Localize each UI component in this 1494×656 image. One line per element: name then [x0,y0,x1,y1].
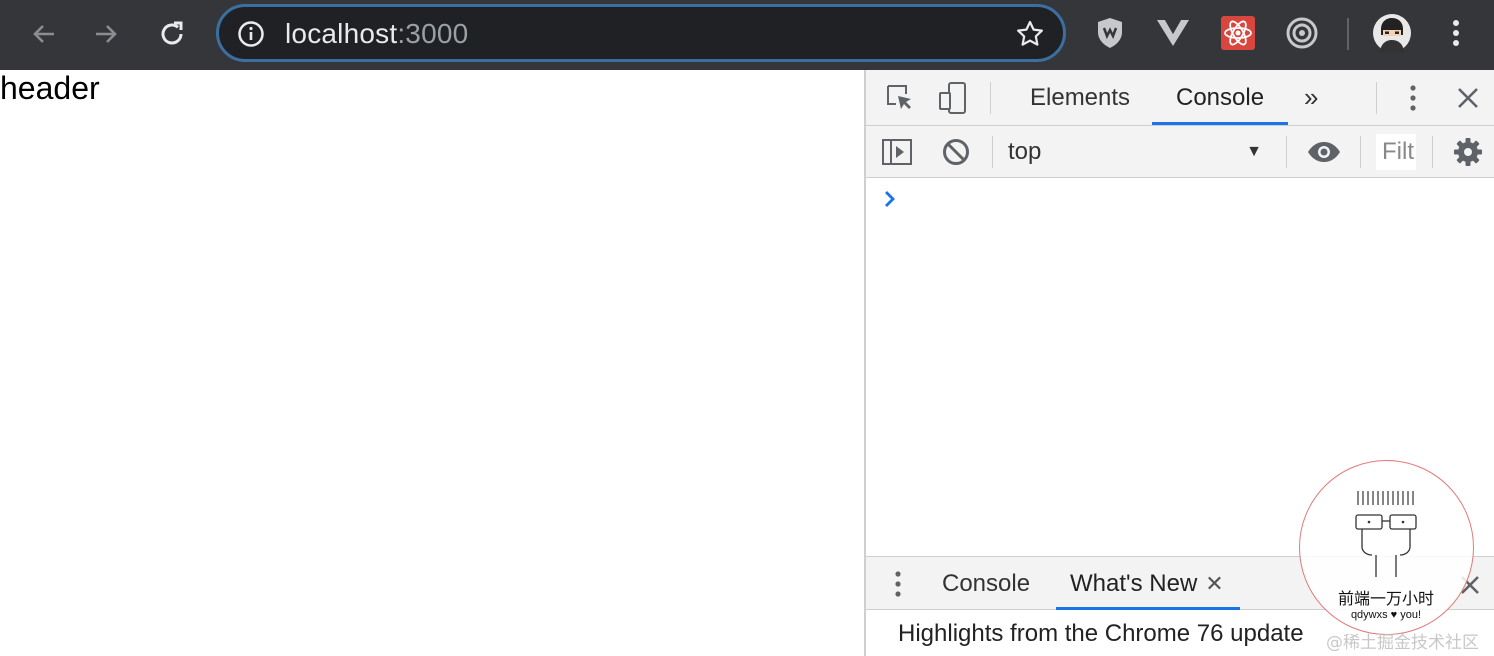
stamp-logo: 前端一万小时 qdywxs ♥ you! [1299,460,1474,635]
inspect-element-icon[interactable] [884,82,916,114]
address-bar[interactable]: localhost:3000 [216,4,1066,62]
page-viewport: header [0,70,864,656]
console-prompt-chevron-icon[interactable] [884,188,896,214]
devtools-tabbar: Elements Console » [866,70,1494,126]
stamp-mascot-icon [1355,491,1417,577]
close-tab-icon[interactable]: ✕ [1205,571,1223,596]
drawer-tab-label: What's New [1070,570,1198,597]
profile-avatar-icon[interactable] [1372,13,1412,53]
stamp-subtitle: qdywxs ♥ you! [1350,609,1422,621]
url-port: :3000 [397,18,469,49]
ublock-shield-icon[interactable] [1092,15,1128,51]
page-header-text: header [0,70,100,106]
watermark-text: @稀土掘金技术社区 [1326,633,1479,653]
react-devtools-icon[interactable] [1220,15,1256,51]
browser-toolbar: localhost:3000 [0,0,1494,70]
console-filter-input[interactable]: Filt [1376,134,1416,170]
console-toolbar: top ▼ Filt [866,126,1494,178]
dropdown-arrow-icon: ▼ [1246,143,1262,160]
more-tabs-button[interactable]: » [1280,70,1342,125]
live-expression-eye-icon[interactable] [1306,138,1342,166]
toolbar-separator [1432,136,1433,168]
drawer-menu-icon[interactable] [890,569,906,599]
drawer-tab-whats-new[interactable]: What's New ✕ [1056,557,1240,610]
star-icon[interactable] [1015,19,1045,49]
stamp-title: 前端一万小时 [1337,589,1434,608]
tab-elements[interactable]: Elements [1006,70,1154,125]
tab-separator [990,82,991,114]
toolbar-separator [992,136,993,168]
context-selector[interactable]: top ▼ [1008,126,1274,178]
info-icon[interactable] [237,20,265,48]
forward-arrow-icon[interactable] [86,14,126,54]
back-arrow-icon[interactable] [24,14,64,54]
device-toolbar-icon[interactable] [936,80,970,116]
tab-console[interactable]: Console [1152,70,1289,125]
whats-new-heading: Highlights from the Chrome 76 update [898,620,1304,647]
reload-icon[interactable] [152,14,192,54]
console-settings-gear-icon[interactable] [1452,136,1484,168]
url-host: localhost [285,18,398,49]
context-value: top [1008,138,1042,165]
toolbar-separator [1347,18,1349,50]
devtools-menu-icon[interactable] [1400,82,1426,114]
toolbar-separator [1286,136,1287,168]
url-text: localhost:3000 [285,18,468,50]
drawer-tab-console[interactable]: Console [928,557,1044,610]
toolbar-separator [1360,136,1361,168]
chrome-menu-icon[interactable] [1438,15,1474,51]
target-extension-icon[interactable] [1284,15,1320,51]
console-sidebar-icon[interactable] [880,136,914,168]
tab-separator [1376,82,1377,114]
vue-devtools-icon[interactable] [1155,15,1191,51]
close-devtools-icon[interactable] [1454,84,1482,112]
clear-console-icon[interactable] [940,136,972,168]
